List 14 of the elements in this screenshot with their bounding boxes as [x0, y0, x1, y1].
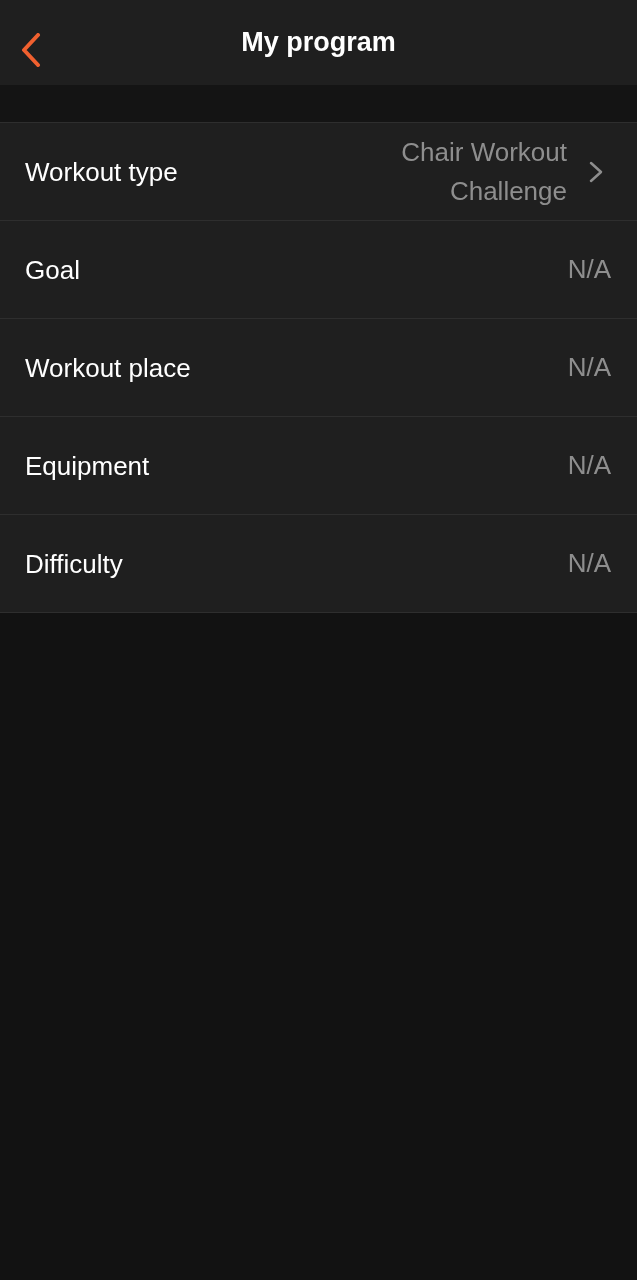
row-value: N/A	[567, 547, 611, 580]
settings-row-link[interactable]: Workout type Chair Workout Challenge	[0, 122, 637, 220]
row-value: Chair Workout Challenge	[400, 135, 567, 208]
row-label: Workout place	[25, 351, 191, 384]
row-label: Workout type	[25, 155, 178, 188]
back-chevron-icon	[21, 33, 41, 67]
row-value: N/A	[567, 253, 611, 286]
row-label: Equipment	[25, 449, 150, 482]
page-title: My program	[241, 26, 396, 60]
row-value: N/A	[567, 449, 611, 482]
row-label: Difficulty	[25, 547, 123, 580]
row-label: Goal	[25, 253, 80, 286]
chevron-right-icon	[589, 160, 603, 183]
row-value: N/A	[567, 351, 611, 384]
